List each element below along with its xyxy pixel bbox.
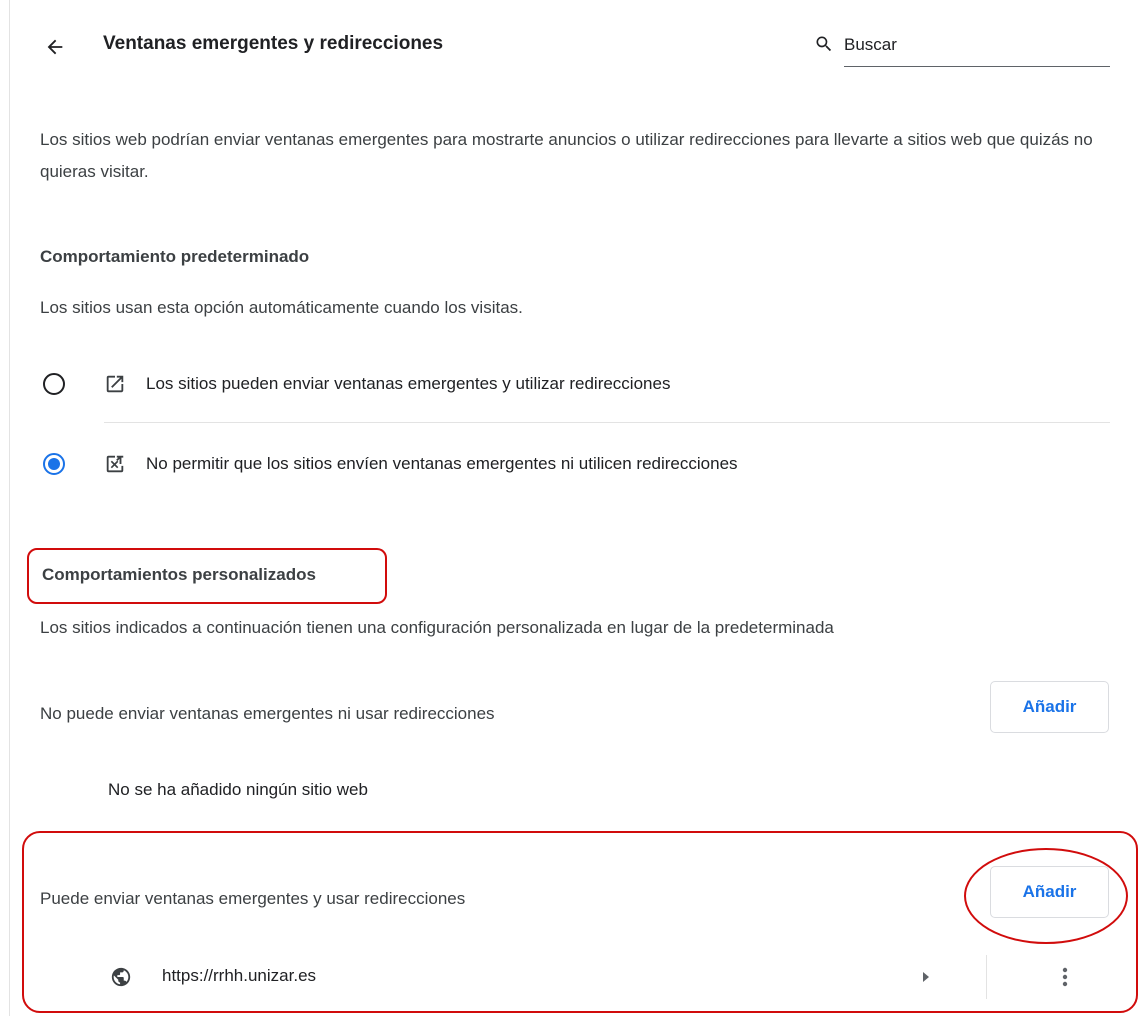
- blocked-empty-message: No se ha añadido ningún sitio web: [108, 780, 368, 799]
- annotation-highlight-allowed-section: [22, 831, 1138, 1013]
- radio-button-unchecked[interactable]: [43, 373, 65, 395]
- search-input[interactable]: [844, 32, 1104, 58]
- radio-option-allow[interactable]: Los sitios pueden enviar ventanas emerge…: [40, 364, 1110, 404]
- page-description: Los sitios web podrían enviar ventanas e…: [40, 130, 1093, 181]
- custom-behaviors-subtitle: Los sitios indicados a continuación tien…: [40, 618, 834, 637]
- popup-blocked-icon: [106, 455, 124, 473]
- annotation-highlight-heading: [27, 548, 387, 604]
- search-box[interactable]: [814, 30, 1110, 68]
- options-divider: [104, 422, 1110, 423]
- settings-page: Ventanas emergentes y redirecciones Los …: [0, 0, 1138, 1016]
- radio-option-block-label: No permitir que los sitios envíen ventan…: [146, 454, 738, 473]
- arrow-back-icon: [47, 39, 63, 55]
- radio-button-checked[interactable]: [43, 453, 65, 475]
- open-in-new-icon: [106, 375, 124, 393]
- add-blocked-site-button[interactable]: Añadir: [990, 681, 1109, 733]
- default-behavior-heading: Comportamiento predeterminado: [40, 247, 310, 266]
- back-button[interactable]: [40, 32, 70, 62]
- search-icon: [816, 36, 832, 52]
- page-left-border: [9, 0, 10, 1016]
- annotation-circle-add-button: [964, 848, 1128, 944]
- radio-option-allow-label: Los sitios pueden enviar ventanas emerge…: [146, 374, 671, 393]
- default-behavior-subtitle: Los sitios usan esta opción automáticame…: [40, 298, 523, 317]
- radio-option-block[interactable]: No permitir que los sitios envíen ventan…: [40, 444, 1110, 484]
- blocked-sites-label: No puede enviar ventanas emergentes ni u…: [40, 704, 495, 723]
- search-underline: [844, 66, 1110, 67]
- page-title: Ventanas emergentes y redirecciones: [103, 33, 444, 54]
